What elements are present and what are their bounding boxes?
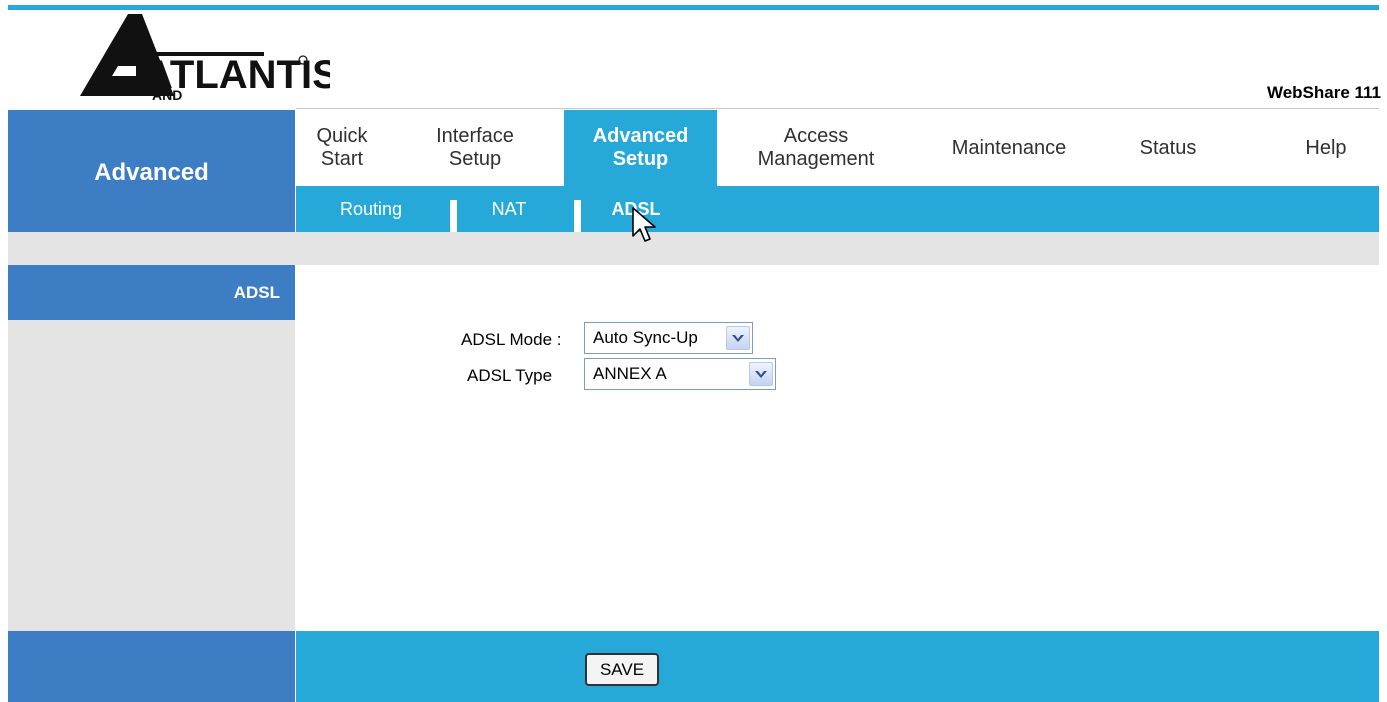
- subtab-nat[interactable]: NAT: [474, 186, 544, 232]
- adsl-mode-select[interactable]: Auto Sync-Up: [584, 322, 753, 354]
- adsl-type-label: ADSL Type: [467, 366, 553, 385]
- atlantis-logo-icon: ATLANTIS AND: [80, 14, 339, 103]
- tab-advanced-setup[interactable]: Advanced Setup: [564, 110, 717, 186]
- sidebar: ADSL: [8, 265, 295, 631]
- logo-subtext: AND: [152, 87, 182, 102]
- adsl-mode-label: ADSL Mode :: [461, 330, 562, 349]
- brand-logo: ATLANTIS AND: [70, 10, 339, 103]
- chevron-down-icon: [749, 362, 773, 386]
- header-divider: [296, 108, 1379, 109]
- main-nav: Quick Start Interface Setup Advanced Set…: [296, 110, 1379, 186]
- tab-help[interactable]: Help: [1286, 110, 1366, 186]
- tab-interface-setup[interactable]: Interface Setup: [420, 110, 530, 186]
- tab-quick-start[interactable]: Quick Start: [296, 110, 388, 186]
- subtab-routing[interactable]: Routing: [316, 186, 426, 232]
- subtab-separator: [574, 200, 581, 232]
- adsl-type-select[interactable]: ANNEX A: [584, 358, 776, 390]
- tab-maintenance[interactable]: Maintenance: [924, 110, 1094, 186]
- footer-bar: [296, 631, 1379, 702]
- sidebar-item-adsl[interactable]: ADSL: [8, 265, 295, 320]
- subtab-adsl[interactable]: ADSL: [596, 186, 676, 232]
- tab-access-management[interactable]: Access Management: [736, 110, 896, 186]
- gray-band: [8, 232, 1379, 265]
- footer-left: [8, 631, 295, 702]
- save-button[interactable]: SAVE: [585, 653, 659, 686]
- chevron-down-icon: [726, 326, 750, 350]
- subtab-separator: [450, 200, 457, 232]
- sub-nav: Routing NAT ADSL: [296, 186, 1379, 232]
- model-name: WebShare 111: [1266, 83, 1381, 102]
- section-title: Advanced: [8, 110, 295, 232]
- tab-status[interactable]: Status: [1118, 110, 1218, 186]
